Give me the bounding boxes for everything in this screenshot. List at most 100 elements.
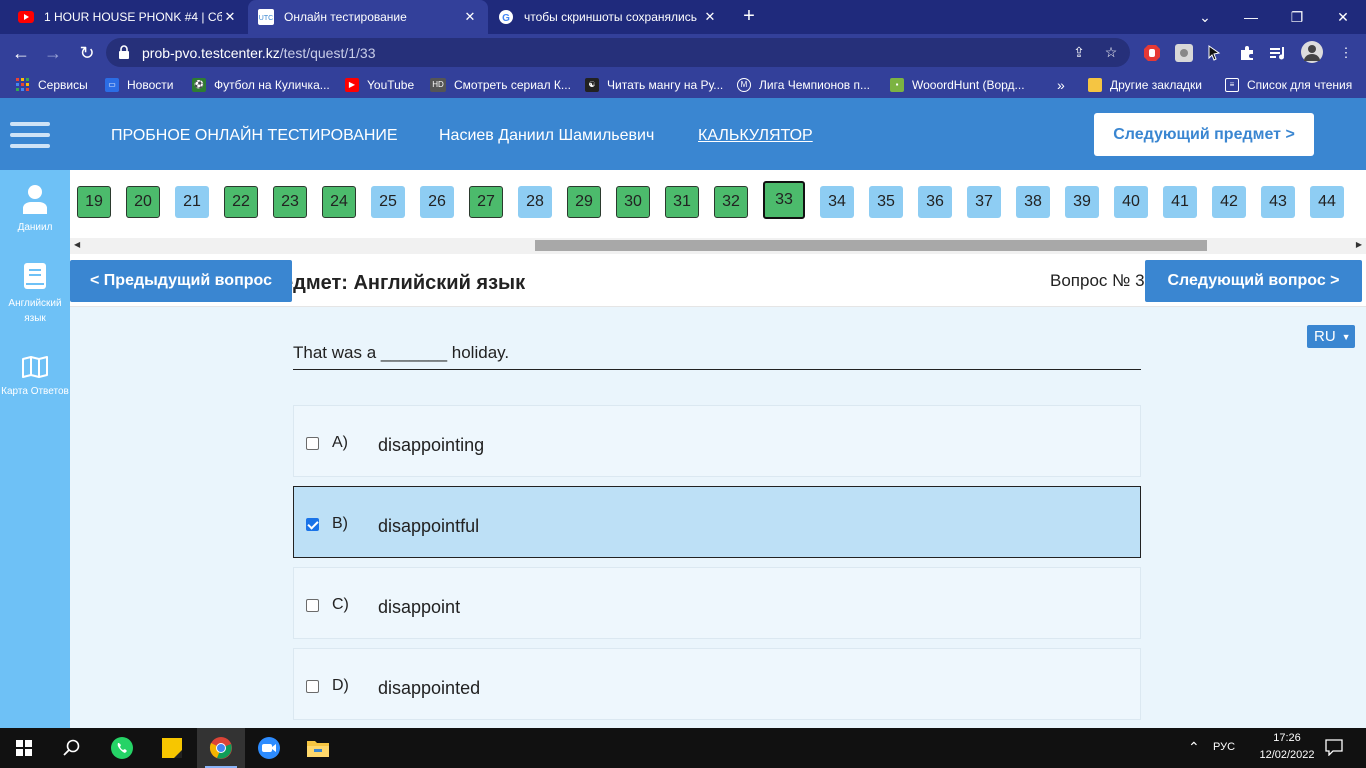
scrollbar-thumb[interactable] [535,240,1207,251]
question-nav-button[interactable]: 26 [420,186,454,218]
option-checkbox[interactable] [306,599,319,612]
next-question-button[interactable]: Следующий вопрос > [1145,260,1362,302]
notifications-icon[interactable] [1325,738,1343,759]
question-nav-button[interactable]: 21 [175,186,209,218]
bookmark-star-icon[interactable]: ☆ [1102,44,1120,62]
scroll-right-icon[interactable]: ▶ [1356,240,1362,249]
close-tab-icon[interactable]: ✕ [702,9,718,25]
answer-option-a[interactable]: A) disappointing [293,405,1141,477]
question-nav-button[interactable]: 34 [820,186,854,218]
question-nav-button[interactable]: 31 [665,186,699,218]
browser-tab[interactable]: G чтобы скриншоты сохранялись ✕ [488,0,728,34]
clock-time[interactable]: 17:26 [1265,732,1309,744]
manga-icon: ☯ [585,77,599,92]
navigator-scrollbar[interactable]: ◀ ▶ [70,238,1366,254]
bookmark-item[interactable]: ⚽ Футбол на Куличка... [192,71,330,98]
answer-option-b[interactable]: B) disappointful [293,486,1141,558]
question-nav-button[interactable]: 23 [273,186,307,218]
next-subject-button[interactable]: Следующий предмет > [1094,113,1314,156]
search-icon[interactable] [48,728,96,768]
sidebar-item-answers-map[interactable]: Карта Ответов [0,356,70,399]
question-nav-button[interactable]: 35 [869,186,903,218]
question-nav-button[interactable]: 20 [126,186,160,218]
close-window-icon[interactable]: ✕ [1320,0,1366,34]
svg-text:UTC: UTC [259,15,273,22]
profile-avatar[interactable] [1300,40,1324,64]
folder-icon [1088,77,1102,92]
bookmark-item[interactable]: ▶ YouTube [345,71,414,98]
question-nav-button[interactable]: 19 [77,186,111,218]
bookmark-item[interactable]: ▪ WooordHunt (Ворд... [890,71,1025,98]
reading-list[interactable]: ≡ Список для чтения [1225,71,1352,98]
previous-question-button[interactable]: < Предыдущий вопрос [70,260,292,302]
option-checkbox[interactable] [306,518,319,531]
chrome-menu-icon[interactable]: ⋮ [1336,43,1356,63]
bookmark-item[interactable]: HD Смотреть сериал К... [430,71,571,98]
question-nav-button[interactable]: 42 [1212,186,1246,218]
browser-tab-active[interactable]: UTC Онлайн тестирование ✕ [248,0,488,34]
restore-icon[interactable]: ❐ [1274,0,1320,34]
back-icon[interactable]: ← [8,40,34,66]
bookmark-item[interactable]: Сервисы [16,71,88,98]
sidebar-item-user[interactable]: Даниил [0,184,70,235]
new-tab-icon[interactable]: + [737,5,761,28]
question-nav-button[interactable]: 44 [1310,186,1344,218]
bookmarks-overflow[interactable]: » [1057,71,1065,98]
browser-tab[interactable]: 1 HOUR HOUSE PHONK #4 | Сбо ✕ [8,0,248,34]
question-nav-button[interactable]: 28 [518,186,552,218]
question-nav-button[interactable]: 29 [567,186,601,218]
close-tab-icon[interactable]: ✕ [222,9,238,25]
question-nav-button[interactable]: 30 [616,186,650,218]
bookmark-item[interactable]: ☯ Читать мангу на Ру... [585,71,723,98]
zoom-icon[interactable] [245,728,293,768]
option-checkbox[interactable] [306,437,319,450]
language-select[interactable]: RU ▼ [1307,325,1355,348]
question-nav-button[interactable]: 25 [371,186,405,218]
question-nav-button[interactable]: 22 [224,186,258,218]
tab-search-icon[interactable]: ⌄ [1182,0,1228,34]
screenshot-extension-icon[interactable] [1174,43,1194,63]
calculator-link[interactable]: КАЛЬКУЛЯТОР [698,127,813,145]
question-nav-button[interactable]: 37 [967,186,1001,218]
option-letter: D) [332,677,349,694]
cursor-extension-icon[interactable] [1204,43,1224,63]
other-bookmarks[interactable]: Другие закладки [1088,71,1202,98]
bookmark-item[interactable]: M Лига Чемпионов п... [737,71,870,98]
question-nav-button[interactable]: 40 [1114,186,1148,218]
hamburger-menu-icon[interactable] [10,122,50,148]
question-nav-button[interactable]: 24 [322,186,356,218]
bookmark-label: YouTube [367,77,415,92]
minimize-icon[interactable]: — [1228,0,1274,34]
option-checkbox[interactable] [306,680,319,693]
whatsapp-icon[interactable] [98,728,146,768]
adblock-extension-icon[interactable] [1142,43,1162,63]
file-explorer-icon[interactable] [294,728,342,768]
chrome-taskbar-icon[interactable] [197,728,245,768]
url-input[interactable]: prob-pvo.testcenter.kz/test/quest/1/33 ⇪… [106,38,1130,67]
bookmark-item[interactable]: ▭ Новости [105,71,173,98]
lock-icon[interactable] [118,45,130,59]
sidebar-item-subject[interactable]: Английский язык [0,262,70,326]
extensions-puzzle-icon[interactable] [1237,43,1257,63]
reload-icon[interactable]: ↻ [74,40,100,66]
question-nav-button[interactable]: 39 [1065,186,1099,218]
answer-option-c[interactable]: C) disappoint [293,567,1141,639]
clock-date[interactable]: 12/02/2022 [1257,749,1317,761]
close-tab-icon[interactable]: ✕ [462,9,478,25]
windows-start-icon[interactable] [0,728,48,768]
share-icon[interactable]: ⇪ [1070,44,1088,62]
sticky-notes-icon[interactable] [148,728,196,768]
question-nav-button[interactable]: 36 [918,186,952,218]
question-nav-button[interactable]: 33 [763,181,805,219]
forward-icon[interactable]: → [40,40,66,66]
question-nav-button[interactable]: 41 [1163,186,1197,218]
question-nav-button[interactable]: 27 [469,186,503,218]
question-nav-button[interactable]: 43 [1261,186,1295,218]
question-nav-button[interactable]: 38 [1016,186,1050,218]
media-control-icon[interactable] [1268,43,1288,63]
chevron-up-icon[interactable]: ⌃ [1188,739,1200,756]
answer-option-d[interactable]: D) disappointed [293,648,1141,720]
scroll-left-icon[interactable]: ◀ [74,240,80,249]
question-nav-button[interactable]: 32 [714,186,748,218]
keyboard-language[interactable]: РУС [1213,741,1235,753]
